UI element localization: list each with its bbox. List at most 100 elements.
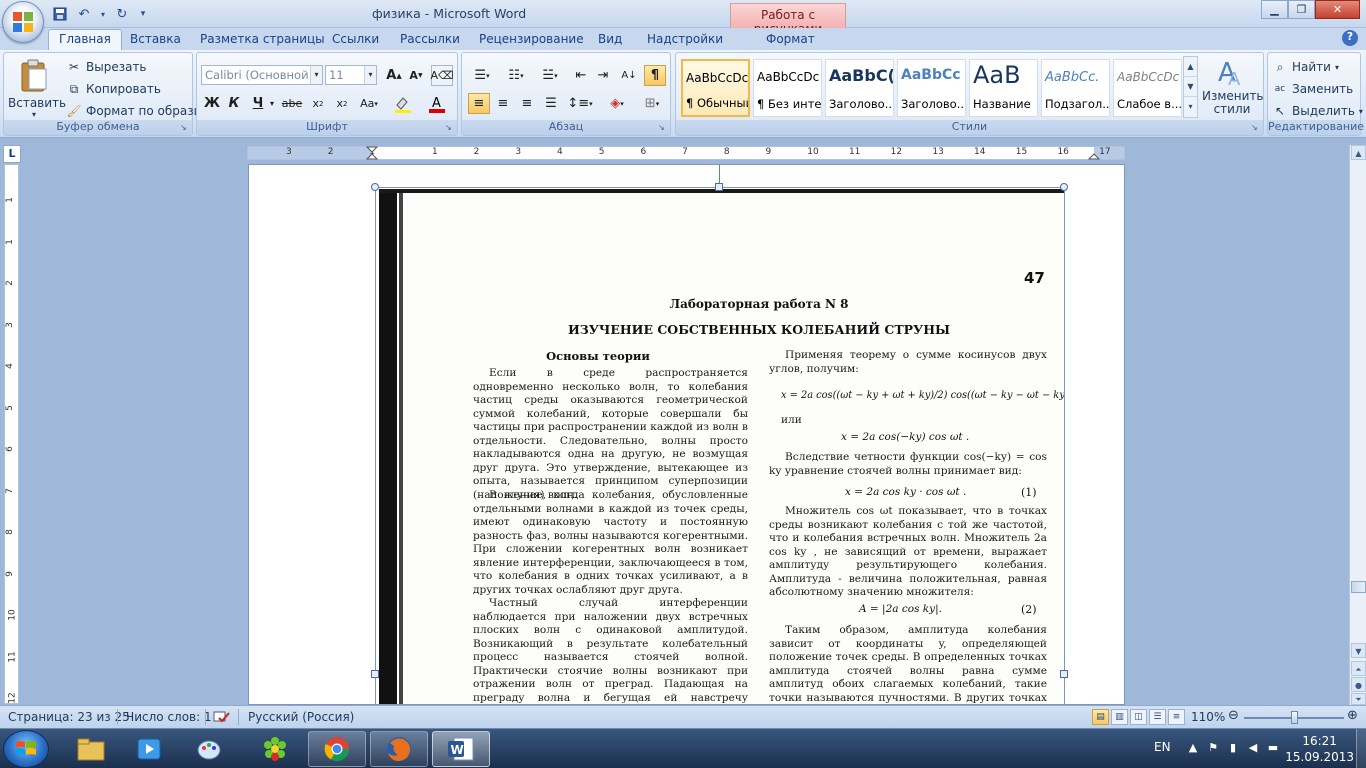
input-language[interactable]: EN [1154, 740, 1171, 754]
page-counter[interactable]: Страница: 23 из 25 [8, 710, 130, 724]
align-center-button[interactable]: ≡ [492, 93, 514, 114]
show-hidden-icons-icon[interactable]: ▲ [1186, 741, 1200, 755]
save-icon[interactable] [50, 4, 70, 24]
tab-mailings[interactable]: Рассылки [390, 30, 470, 51]
minimize-button[interactable]: ▁ [1261, 0, 1288, 19]
style-subtitle[interactable]: AaBbCc. Подзагол... [1041, 59, 1110, 117]
zoom-out-icon[interactable]: ⊖ [1228, 708, 1239, 723]
shading-button[interactable]: ◈ ▾ [602, 93, 632, 114]
resize-handle-top[interactable] [715, 183, 723, 191]
scroll-down-icon[interactable]: ▼ [1351, 643, 1366, 658]
superscript-button[interactable]: x2 [331, 93, 353, 114]
decrease-indent-button[interactable]: ⇤ [570, 65, 592, 86]
style-no-spacing[interactable]: AaBbCcDc ¶ Без инте... [753, 59, 822, 117]
undo-icon[interactable]: ↶ [74, 4, 94, 24]
zoom-level[interactable]: 110% [1191, 710, 1225, 724]
gallery-more-icon[interactable]: ▾ [1184, 97, 1197, 117]
tab-review[interactable]: Рецензирование [469, 30, 594, 51]
justify-button[interactable]: ☰ [540, 93, 562, 114]
format-painter-button[interactable]: 🖌 Формат по образцу [66, 101, 209, 121]
gallery-up-icon[interactable]: ▲ [1184, 57, 1197, 77]
styles-launcher-icon[interactable]: ↘ [1251, 123, 1261, 133]
style-subtle-emphasis[interactable]: AaBbCcDc Слабое в... [1113, 59, 1182, 117]
italic-button[interactable]: К [223, 93, 245, 114]
bold-button[interactable]: Ж [201, 93, 223, 114]
align-left-button[interactable]: ≡ [468, 93, 490, 114]
tab-view[interactable]: Вид [588, 30, 632, 51]
clipboard-launcher-icon[interactable]: ↘ [180, 123, 190, 133]
word-count[interactable]: Число слов: 1 [126, 710, 212, 724]
clock[interactable]: 16:21 15.09.2013 [1285, 733, 1354, 765]
customize-qat-icon[interactable]: ▾ [136, 4, 150, 24]
web-layout-view-icon[interactable]: ◫ [1130, 709, 1147, 725]
font-name-dropdown-icon[interactable]: ▾ [310, 66, 322, 84]
resize-handle-right[interactable] [1060, 670, 1068, 678]
taskbar-chrome[interactable] [308, 731, 366, 767]
tab-references[interactable]: Ссылки [322, 30, 389, 51]
clear-formatting-button[interactable]: A⌫ [430, 65, 454, 86]
select-dropdown-icon[interactable]: ▾ [1359, 107, 1363, 116]
draft-view-icon[interactable]: ≡ [1168, 709, 1185, 725]
scroll-thumb[interactable] [1351, 581, 1366, 593]
align-right-button[interactable]: ≡ [516, 93, 538, 114]
grow-font-button[interactable]: A ▲ [383, 65, 405, 86]
tab-home[interactable]: Главная [48, 29, 122, 51]
style-heading-2[interactable]: AaBbCc Заголово... [897, 59, 966, 117]
replace-button[interactable]: ac Заменить [1272, 79, 1353, 99]
restore-button[interactable]: ❐ [1288, 0, 1315, 19]
zoom-slider-thumb[interactable] [1291, 711, 1298, 724]
subscript-button[interactable]: x2 [307, 93, 329, 114]
start-button[interactable] [3, 730, 49, 768]
underline-button[interactable]: Ч [247, 93, 269, 114]
taskbar-word[interactable]: W [432, 731, 490, 767]
tab-selector[interactable]: L [3, 145, 21, 163]
horizontal-ruler[interactable]: 3211234567891011121314151617 [247, 146, 1125, 160]
tab-format[interactable]: Формат [756, 30, 825, 51]
styles-gallery-scroll[interactable]: ▲ ▼ ▾ [1183, 56, 1198, 118]
undo-dropdown-icon[interactable]: ▾ [98, 4, 108, 24]
font-size-dropdown-icon[interactable]: ▾ [364, 66, 376, 84]
font-launcher-icon[interactable]: ↘ [445, 123, 455, 133]
close-button[interactable]: ✕ [1315, 0, 1360, 19]
vertical-ruler[interactable]: 1 1 2 3 4 5 6 7 8 9 10 11 12 [4, 164, 19, 704]
paste-button[interactable]: Вставить ▾ [8, 57, 66, 119]
resize-handle-top-left[interactable] [371, 183, 379, 191]
multilevel-list-button[interactable]: ☱ ▾ [536, 65, 564, 86]
paragraph-launcher-icon[interactable]: ↘ [658, 123, 668, 133]
taskbar-media-player[interactable] [120, 731, 178, 767]
find-dropdown-icon[interactable]: ▾ [1335, 63, 1339, 72]
redo-icon[interactable]: ↻ [112, 4, 132, 24]
numbering-button[interactable]: ☷ ▾ [502, 65, 530, 86]
previous-page-icon[interactable]: ⏶ [1351, 661, 1366, 676]
underline-dropdown-icon[interactable]: ▾ [267, 93, 277, 114]
show-desktop-button[interactable] [1356, 729, 1366, 768]
help-icon[interactable]: ? [1342, 30, 1358, 46]
resize-handle-top-right[interactable] [1060, 183, 1068, 191]
zoom-in-icon[interactable]: ⊕ [1347, 708, 1358, 723]
font-color-button[interactable]: A [423, 93, 453, 114]
taskbar-paint[interactable] [180, 731, 238, 767]
font-size-combo[interactable]: 11 ▾ [325, 65, 377, 85]
taskbar-icq[interactable] [246, 731, 304, 767]
outline-view-icon[interactable]: ☰ [1149, 709, 1166, 725]
select-button[interactable]: ↖ Выделить ▾ [1272, 101, 1363, 121]
strikethrough-button[interactable]: abe [281, 93, 303, 114]
line-spacing-button[interactable]: ↕≡ ▾ [566, 93, 594, 114]
right-indent-marker-icon[interactable] [1088, 152, 1100, 160]
sort-button[interactable]: A↓ [618, 65, 640, 86]
tab-addins[interactable]: Надстройки [637, 30, 733, 51]
change-styles-button[interactable]: AA Изменить стили [1202, 57, 1264, 119]
change-case-button[interactable]: Aa ▾ [355, 93, 383, 114]
bullets-button[interactable]: ☰ ▾ [468, 65, 496, 86]
tab-page-layout[interactable]: Разметка страницы [190, 30, 335, 51]
gallery-down-icon[interactable]: ▼ [1184, 77, 1197, 97]
style-normal[interactable]: AaBbCcDc ¶ Обычный [681, 59, 750, 117]
action-center-icon[interactable]: ⚑ [1206, 741, 1220, 755]
scroll-up-icon[interactable]: ▲ [1351, 145, 1366, 160]
style-title[interactable]: AaB Название [969, 59, 1038, 117]
borders-button[interactable]: ⊞ ▾ [638, 93, 666, 114]
taskbar-explorer[interactable] [62, 731, 120, 767]
power-icon[interactable]: ▬ [1266, 741, 1280, 755]
language-indicator[interactable]: Русский (Россия) [248, 710, 354, 724]
font-name-combo[interactable]: Calibri (Основной те ▾ [201, 65, 323, 85]
